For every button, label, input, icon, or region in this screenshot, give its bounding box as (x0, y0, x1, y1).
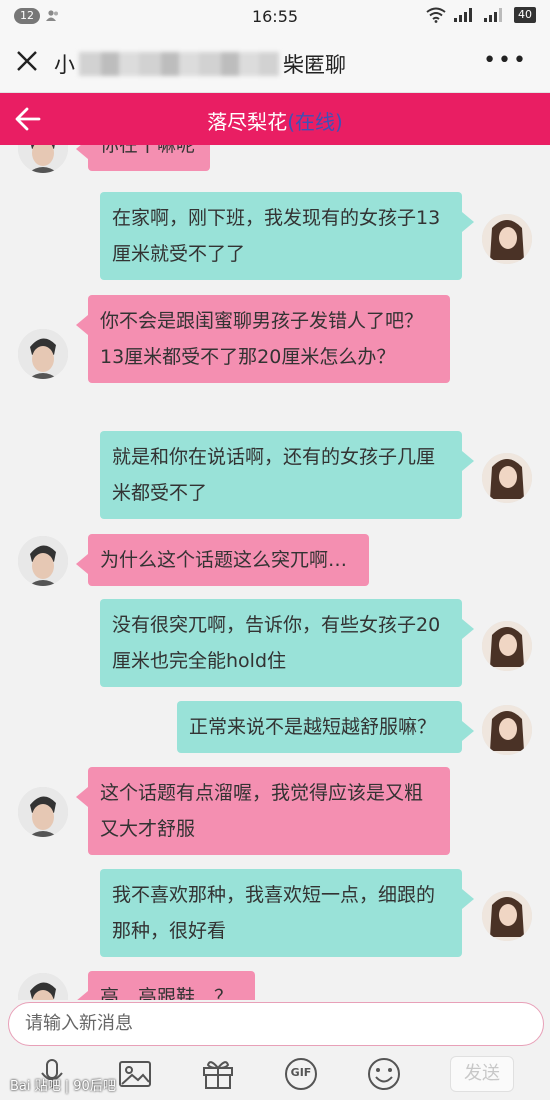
message-bubble[interactable]: 高…高跟鞋…？ (76, 971, 255, 1000)
message-text: 在家啊，刚下班，我发现有的女孩子13厘米就受不了了 (112, 207, 441, 265)
redacted-text (79, 52, 279, 76)
message-list[interactable]: 你在干嘛呢 在家啊，刚下班，我发现有的女孩子13厘米就受不了了 你不会是跟闺蜜聊… (0, 145, 550, 1000)
close-icon[interactable] (14, 48, 40, 74)
message-text: 没有很突兀啊，告诉你，有些女孩子20厘米也完全能hold住 (112, 614, 441, 672)
message-bubble[interactable]: 我不喜欢那种，我喜欢短一点，细跟的那种，很好看 (100, 869, 474, 957)
avatar-female[interactable] (482, 214, 532, 264)
avatar-female[interactable] (482, 621, 532, 671)
message-text: 高…高跟鞋…？ (100, 986, 234, 1000)
avatar-male[interactable] (18, 973, 68, 1000)
message-bubble[interactable]: 你不会是跟闺蜜聊男孩子发错人了吧？13厘米都受不了那20厘米怎么办？ (76, 295, 450, 383)
avatar-female[interactable] (482, 453, 532, 503)
status-bar: 12 16:55 40 (0, 0, 550, 34)
wifi-icon (426, 7, 446, 23)
message-bubble[interactable]: 在家啊，刚下班，我发现有的女孩子13厘米就受不了了 (100, 192, 474, 280)
message-bubble[interactable]: 为什么这个话题这么突兀啊… (76, 534, 369, 586)
title-prefix: 小 (54, 53, 75, 77)
watermark: Bai 贴吧 | 90后吧 (10, 1079, 116, 1094)
chat-header: 落尽梨花(在线) (0, 93, 550, 145)
message-bubble[interactable]: 你在干嘛呢 (76, 145, 210, 171)
message-text: 你不会是跟闺蜜聊男孩子发错人了吧？13厘米都受不了那20厘米怎么办？ (100, 310, 424, 368)
message-bubble[interactable]: 就是和你在说话啊，还有的女孩子几厘米都受不了 (100, 431, 474, 519)
avatar-male[interactable] (18, 787, 68, 837)
signal-icon-1 (454, 8, 472, 22)
avatar-male[interactable] (18, 536, 68, 586)
status-right: 40 (426, 7, 536, 23)
chat-title: 落尽梨花(在线) (0, 106, 550, 135)
gif-label: GIF (290, 1066, 312, 1079)
avatar-female[interactable] (482, 705, 532, 755)
emoji-icon[interactable] (366, 1056, 402, 1092)
online-status: (在线) (287, 110, 343, 134)
battery-level: 40 (514, 7, 536, 23)
gift-icon[interactable] (200, 1056, 236, 1092)
message-text: 为什么这个话题这么突兀啊… (100, 549, 348, 571)
message-text: 这个话题有点溜喔，我觉得应该是又粗又大才舒服 (100, 782, 424, 840)
message-text: 你在干嘛呢 (100, 145, 196, 156)
message-input-container (8, 1002, 544, 1046)
more-options-icon[interactable]: ••• (483, 48, 528, 73)
webview-bar: 小 柴匿聊 ••• (0, 34, 550, 93)
message-text: 我不喜欢那种，我喜欢短一点，细跟的那种，很好看 (112, 884, 436, 942)
avatar-male[interactable] (18, 145, 68, 173)
message-text: 就是和你在说话啊，还有的女孩子几厘米都受不了 (112, 446, 436, 504)
message-input[interactable] (23, 1012, 527, 1035)
send-button[interactable]: 发送 (450, 1056, 514, 1092)
contact-name: 落尽梨花 (207, 110, 288, 134)
message-bubble[interactable]: 没有很突兀啊，告诉你，有些女孩子20厘米也完全能hold住 (100, 599, 474, 687)
gif-icon[interactable]: GIF (283, 1056, 319, 1092)
signal-icon-2 (484, 8, 502, 22)
message-bubble[interactable]: 这个话题有点溜喔，我觉得应该是又粗又大才舒服 (76, 767, 450, 855)
title-suffix: 柴匿聊 (283, 53, 346, 77)
image-icon[interactable] (117, 1056, 153, 1092)
avatar-male[interactable] (18, 329, 68, 379)
message-text: 正常来说不是越短越舒服嘛？ (189, 716, 437, 738)
avatar-female[interactable] (482, 891, 532, 941)
webview-title: 小 柴匿聊 (54, 49, 346, 79)
message-bubble[interactable]: 正常来说不是越短越舒服嘛？ (177, 701, 474, 753)
